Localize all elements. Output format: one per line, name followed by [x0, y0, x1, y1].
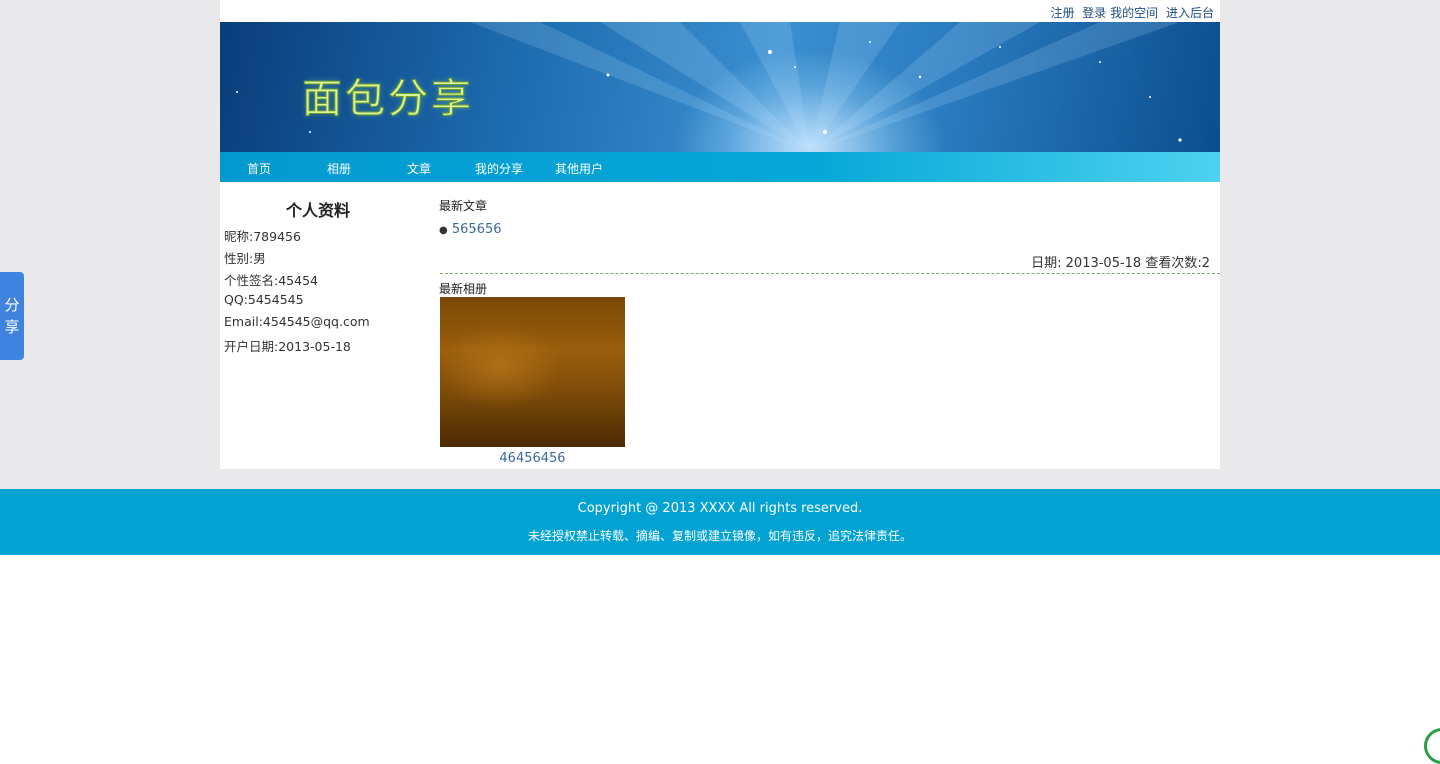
- profile-open-date: 开户日期:2013-05-18: [224, 339, 351, 354]
- article-meta: 日期: 2013-05-18 查看次数:2: [1031, 256, 1210, 271]
- main-container: 注册 登录 我的空间 进入后台 面包分享 首页 相册 文章 我的分享 其他用户 …: [220, 0, 1220, 469]
- share-sidebar-tab[interactable]: 分 享: [0, 272, 24, 360]
- share-tab-label: 分 享: [0, 294, 24, 338]
- latest-albums-heading: 最新相册: [439, 282, 488, 296]
- article-list-item: ● 565656: [439, 222, 502, 237]
- profile-gender: 性别:男: [224, 251, 266, 266]
- profile-signature: 个性签名:45454: [224, 273, 318, 288]
- nav-item-other-users[interactable]: 其他用户: [555, 160, 603, 177]
- section-divider: [440, 273, 1220, 274]
- album-caption: 46456456: [440, 451, 625, 466]
- latest-articles-heading: 最新文章: [439, 199, 488, 213]
- share-tab-label-char-2: 享: [4, 318, 20, 336]
- profile-qq: QQ:5454545: [224, 292, 304, 307]
- profile-title: 个人资料: [286, 201, 351, 220]
- site-logo[interactable]: 面包分享: [302, 66, 474, 124]
- register-link[interactable]: 注册: [1050, 6, 1074, 20]
- album-thumbnail[interactable]: [440, 297, 625, 447]
- album-caption-link[interactable]: 46456456: [499, 451, 565, 466]
- nav-item-album[interactable]: 相册: [327, 160, 351, 177]
- footer-notice: 未经授权禁止转载、摘编、复制或建立镜像，如有违反，追究法律责任。: [527, 529, 912, 543]
- top-links: 注册 登录 我的空间 进入后台: [1046, 4, 1214, 21]
- top-bar: 注册 登录 我的空间 进入后台: [220, 0, 1220, 22]
- nav-item-home[interactable]: 首页: [247, 160, 271, 177]
- login-link[interactable]: 登录: [1082, 6, 1106, 20]
- nav-item-my-shares[interactable]: 我的分享: [475, 160, 523, 177]
- my-space-link[interactable]: 我的空间: [1110, 6, 1158, 20]
- corner-widget-icon[interactable]: [1424, 728, 1440, 764]
- article-title-link[interactable]: 565656: [452, 222, 502, 237]
- bullet-icon: ●: [439, 225, 448, 236]
- share-tab-label-char-1: 分: [4, 296, 20, 314]
- site-footer: Copyright @ 2013 XXXX All rights reserve…: [0, 489, 1440, 555]
- profile-nickname: 昵称:789456: [224, 229, 301, 244]
- footer-copyright: Copyright @ 2013 XXXX All rights reserve…: [577, 501, 863, 516]
- main-nav: 首页 相册 文章 我的分享 其他用户: [220, 152, 1220, 182]
- profile-email: Email:454545@qq.com: [224, 314, 370, 329]
- site-banner: 面包分享: [220, 22, 1220, 152]
- admin-link[interactable]: 进入后台: [1166, 6, 1214, 20]
- nav-item-articles[interactable]: 文章: [407, 160, 431, 177]
